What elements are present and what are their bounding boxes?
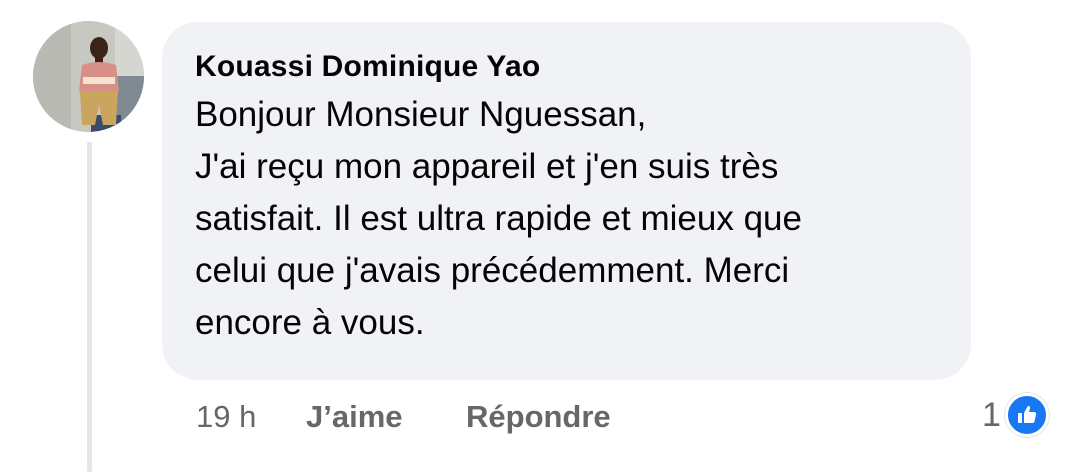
comment-text-line: encore à vous. <box>195 303 425 342</box>
thread-line <box>87 142 92 472</box>
like-button[interactable]: J’aime <box>306 399 466 435</box>
avatar[interactable] <box>33 21 144 132</box>
comment-text-line: J'ai reçu mon appareil et j'en suis très <box>195 147 779 186</box>
profile-photo-icon <box>33 21 144 132</box>
comment-text-line: satisfait. Il est ultra rapide et mieux … <box>195 199 802 238</box>
timestamp[interactable]: 19 h <box>196 399 306 435</box>
comment-text-line: celui que j'avais précédemment. Merci <box>195 251 790 290</box>
reaction-count: 1 <box>982 395 1001 434</box>
comment: Kouassi Dominique Yao Bonjour Monsieur N… <box>0 0 1080 472</box>
comment-text-line: Bonjour Monsieur Nguessan, <box>195 95 647 134</box>
reply-button[interactable]: Répondre <box>466 399 611 435</box>
like-thumb-icon <box>1004 393 1049 437</box>
reaction-summary[interactable]: 1 <box>982 390 1049 440</box>
author-name[interactable]: Kouassi Dominique Yao <box>195 47 941 89</box>
comment-actions: 19 h J’aime Répondre <box>196 393 611 441</box>
comment-bubble: Kouassi Dominique Yao Bonjour Monsieur N… <box>162 22 971 380</box>
